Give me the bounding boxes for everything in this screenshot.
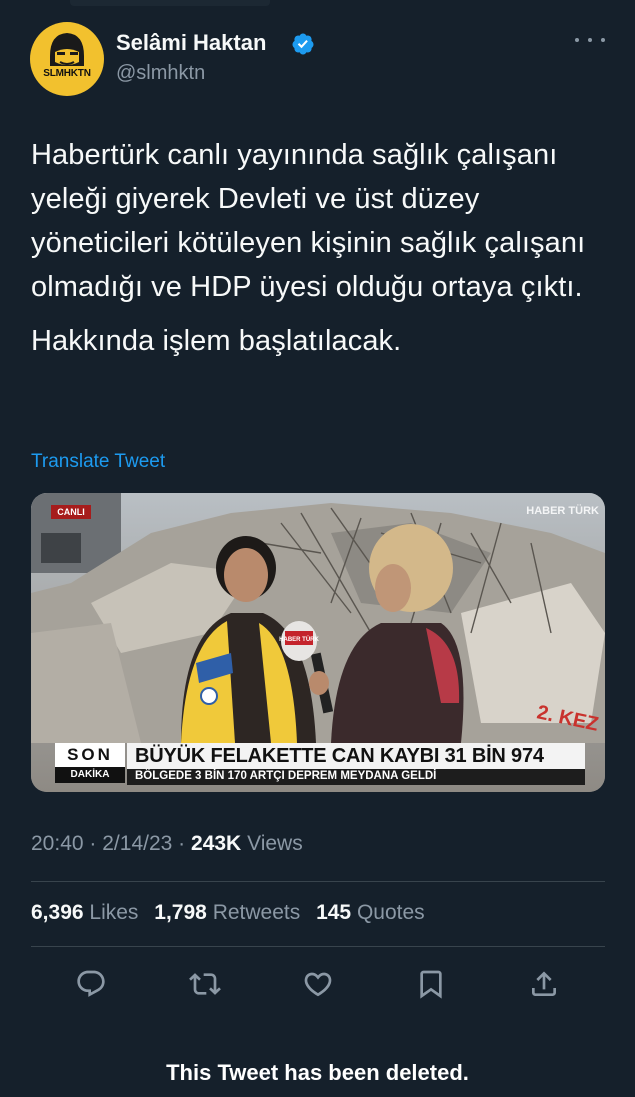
news-headline: BÜYÜK FELAKETTE CAN KAYBI 31 BİN 974 xyxy=(135,745,544,767)
breaking-box: SON DAKİKA xyxy=(55,743,125,783)
likes-stat[interactable]: 6,396 Likes xyxy=(31,901,138,924)
retweets-label: Retweets xyxy=(212,901,301,924)
tweet-paragraph: Hakkında işlem başlatılacak. xyxy=(31,325,402,357)
separator: · xyxy=(178,832,186,855)
live-badge: CANLI xyxy=(51,505,91,519)
more-options-icon[interactable] xyxy=(575,28,605,52)
dot xyxy=(601,38,605,42)
quotes-label: Quotes xyxy=(356,901,425,924)
likes-count: 6,396 xyxy=(31,901,84,924)
tweet-header: SLMHKTN Selâmi Haktan @slmhktn xyxy=(30,22,605,98)
display-name[interactable]: Selâmi Haktan xyxy=(116,30,266,56)
tweet-stats: 6,396 Likes 1,798 Retweets 145 Quotes xyxy=(31,901,435,925)
breaking-bottom-label: DAKİKA xyxy=(55,767,125,783)
quotes-stat[interactable]: 145 Quotes xyxy=(316,901,425,924)
dot xyxy=(575,38,579,42)
tweet-media-image[interactable]: 2. KEZ HABER TÜRK CANLI HABER TÜRK SON D… xyxy=(31,493,605,792)
headline-bar: BÜYÜK FELAKETTE CAN KAYBI 31 BİN 974 xyxy=(127,743,585,769)
quotes-count: 145 xyxy=(316,901,352,924)
tweet-actions xyxy=(31,964,605,1004)
separator: · xyxy=(89,832,97,855)
deleted-notice: This Tweet has been deleted. xyxy=(166,1060,469,1085)
verified-badge-icon xyxy=(292,33,314,55)
tweet-date[interactable]: 2/14/23 xyxy=(102,832,172,855)
news-lower-third: SON DAKİKA BÜYÜK FELAKETTE CAN KAYBI 31 … xyxy=(55,739,585,789)
bookmark-icon[interactable] xyxy=(415,968,447,1000)
previous-content-edge xyxy=(70,0,270,6)
retweets-stat[interactable]: 1,798 Retweets xyxy=(154,901,300,924)
views-count: 243K xyxy=(191,832,242,855)
user-handle[interactable]: @slmhktn xyxy=(116,62,205,85)
dot xyxy=(588,38,592,42)
tweet-meta: 20:40 · 2/14/23 · 243K Views xyxy=(31,832,303,856)
likes-label: Likes xyxy=(89,901,139,924)
subheadline-bar: BÖLGEDE 3 BİN 170 ARTÇI DEPREM MEYDANA G… xyxy=(127,769,585,785)
avatar[interactable]: SLMHKTN xyxy=(30,22,104,96)
share-icon[interactable] xyxy=(528,968,560,1000)
tweet-time[interactable]: 20:40 xyxy=(31,832,84,855)
news-subheadline: BÖLGEDE 3 BİN 170 ARTÇI DEPREM MEYDANA G… xyxy=(135,770,437,782)
retweet-icon[interactable] xyxy=(189,968,221,1000)
retweets-count: 1,798 xyxy=(154,901,207,924)
like-icon[interactable] xyxy=(302,968,334,1000)
avatar-face-icon xyxy=(50,33,84,66)
channel-logo: HABER TÜRK xyxy=(526,505,599,517)
avatar-text: SLMHKTN xyxy=(43,68,91,79)
views-label: Views xyxy=(247,832,303,855)
breaking-top-label: SON xyxy=(67,745,113,764)
mic-label: HABER TÜRK xyxy=(279,636,319,643)
tweet-paragraph: Habertürk canlı yayınında sağlık çalışan… xyxy=(31,139,586,303)
reply-icon[interactable] xyxy=(75,968,107,1000)
tweet-text: Habertürk canlı yayınında sağlık çalışan… xyxy=(31,133,601,363)
translate-tweet-link[interactable]: Translate Tweet xyxy=(31,451,165,473)
divider xyxy=(31,881,605,882)
divider xyxy=(31,946,605,947)
